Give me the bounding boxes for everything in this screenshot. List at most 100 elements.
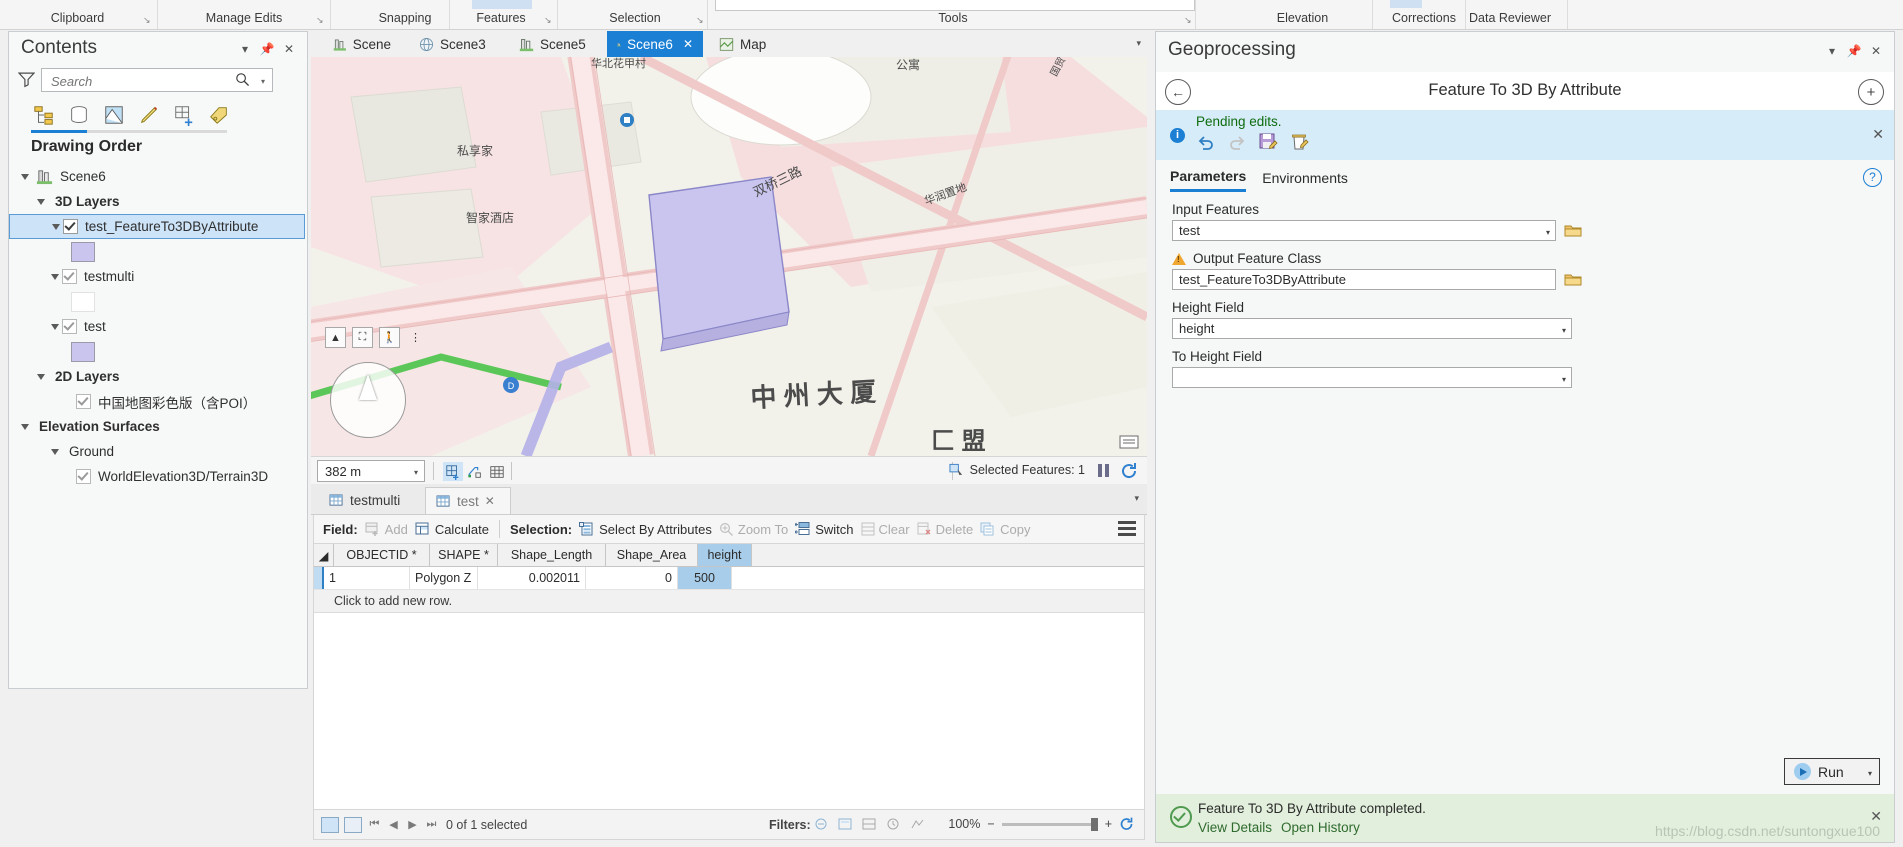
- layer-item-symbol-7[interactable]: [9, 339, 307, 364]
- layer-item-symbol-5[interactable]: [9, 289, 307, 314]
- filter-time-icon[interactable]: [886, 818, 901, 831]
- twisty-expanded-icon[interactable]: [35, 195, 48, 208]
- layer-item-2d-layers[interactable]: 2D Layers: [9, 364, 307, 389]
- discard-edits-icon[interactable]: [1289, 132, 1309, 152]
- record-navigator[interactable]: ⏮ ◀ ▶ ⏭: [368, 818, 438, 831]
- add-new-row[interactable]: Click to add new row.: [314, 590, 1144, 613]
- list-by-labeling-icon[interactable]: [208, 104, 230, 126]
- map-canvas[interactable]: D 中 州 大 厦 匚 盟 公寓华北花甲村私享家智家酒店双桥三路 华润置地国贸: [311, 57, 1147, 456]
- twisty-expanded-icon[interactable]: [19, 420, 32, 433]
- chevron-down-icon[interactable]: ▾: [1562, 326, 1566, 335]
- filter-extent-icon[interactable]: [862, 818, 877, 831]
- refresh-icon[interactable]: [1120, 462, 1138, 480]
- twisty-expanded-icon[interactable]: [50, 220, 63, 233]
- param-input-input-features[interactable]: test ▾: [1172, 220, 1556, 241]
- next-record-icon[interactable]: ▶: [406, 818, 419, 831]
- row-selector[interactable]: [314, 567, 324, 589]
- layer-symbol-swatch[interactable]: [71, 291, 95, 312]
- close-icon[interactable]: ✕: [281, 41, 297, 57]
- dialog-launcher-icon[interactable]: ↘: [1184, 15, 1194, 25]
- cell-shape-length[interactable]: 0.002011: [478, 567, 586, 589]
- layer-visibility-checkbox[interactable]: [63, 219, 78, 234]
- walk-mode-icon[interactable]: 🚶: [379, 327, 400, 348]
- grid-icon[interactable]: [487, 462, 507, 481]
- zoom-in-icon[interactable]: +: [1105, 817, 1112, 831]
- layer-item-3d-layers[interactable]: 3D Layers: [9, 189, 307, 214]
- map-notes-icon[interactable]: [1119, 433, 1139, 450]
- view-tab-map[interactable]: Map: [709, 31, 781, 57]
- list-by-selection-icon[interactable]: [103, 104, 125, 126]
- measure-icon[interactable]: [465, 462, 485, 481]
- close-icon[interactable]: ✕: [683, 37, 693, 51]
- chevron-down-icon[interactable]: ▾: [414, 468, 418, 477]
- twisty-expanded-icon[interactable]: [35, 370, 48, 383]
- layer-item-ground[interactable]: Ground: [9, 439, 307, 464]
- view-tab-scene[interactable]: Scene: [323, 31, 401, 57]
- copy-selection-button[interactable]: Copy: [980, 522, 1031, 537]
- layer-item-poi[interactable]: 中国地图彩色版（含POI）: [9, 389, 307, 414]
- zoom-out-icon[interactable]: −: [987, 817, 994, 831]
- search-input[interactable]: [49, 69, 228, 93]
- scene-view[interactable]: D 中 州 大 厦 匚 盟 公寓 华北花甲村 私享家 智家酒店 双桥三路 华润置地 国贸 ▲…: [311, 57, 1147, 456]
- full-extent-icon[interactable]: ⛶: [352, 327, 373, 348]
- layer-symbol-swatch[interactable]: [71, 241, 95, 262]
- switch-selection-button[interactable]: Switch: [795, 522, 854, 537]
- table-view-icon[interactable]: [321, 816, 339, 833]
- close-icon[interactable]: ✕: [1868, 43, 1884, 59]
- chevron-down-icon[interactable]: ▾: [237, 41, 253, 57]
- chevron-down-icon[interactable]: ▾: [1546, 228, 1550, 237]
- hamburger-menu-icon[interactable]: [1118, 521, 1136, 536]
- table-tabs-overflow-icon[interactable]: ▾: [1134, 493, 1139, 504]
- filter-icon[interactable]: [18, 71, 35, 88]
- view-tab-scene5[interactable]: Scene5: [509, 31, 601, 57]
- dialog-launcher-icon[interactable]: ↘: [696, 15, 706, 25]
- plus-circle-icon[interactable]: +: [1858, 79, 1884, 105]
- open-history-link[interactable]: Open History: [1281, 820, 1360, 835]
- calculate-field-button[interactable]: Calculate: [415, 522, 489, 537]
- chevron-down-icon[interactable]: ▾: [1824, 43, 1840, 59]
- browse-folder-icon[interactable]: [1564, 272, 1582, 287]
- layer-symbol-swatch[interactable]: [71, 341, 95, 362]
- layer-item-worldelevation3d-terrain3d[interactable]: WorldElevation3D/Terrain3D: [9, 464, 307, 489]
- view-tab-scene6[interactable]: Scene6 ✕: [607, 31, 703, 57]
- search-icon[interactable]: [235, 72, 250, 87]
- layer-visibility-checkbox[interactable]: [62, 319, 77, 334]
- chevron-down-icon[interactable]: ▾: [1868, 769, 1872, 778]
- column-header-height[interactable]: height: [698, 544, 752, 566]
- filter-selected-icon[interactable]: [838, 818, 853, 831]
- help-icon[interactable]: ?: [1863, 168, 1882, 187]
- delete-selection-button[interactable]: Delete: [917, 522, 973, 537]
- pause-icon[interactable]: [1097, 463, 1111, 478]
- column-header-objectid[interactable]: OBJECTID *: [334, 544, 430, 566]
- close-icon[interactable]: ✕: [485, 494, 495, 508]
- layer-item-elevation-surfaces[interactable]: Elevation Surfaces: [9, 414, 307, 439]
- column-header-shape-length[interactable]: Shape_Length: [498, 544, 606, 566]
- layer-item-testmulti[interactable]: testmulti: [9, 264, 307, 289]
- chevron-down-icon[interactable]: ▾: [1562, 375, 1566, 384]
- layer-item-scene6[interactable]: Scene6: [9, 164, 307, 189]
- list-by-drawing-order-icon[interactable]: [33, 104, 55, 126]
- layer-visibility-checkbox[interactable]: [76, 469, 91, 484]
- add-field-button[interactable]: Add: [365, 522, 408, 537]
- twisty-expanded-icon[interactable]: [49, 445, 62, 458]
- layer-item-symbol-3[interactable]: [9, 239, 307, 264]
- search-input-wrapper[interactable]: ▾: [41, 68, 273, 93]
- filter-range-icon[interactable]: [910, 818, 925, 831]
- dialog-launcher-icon[interactable]: ↘: [316, 15, 326, 25]
- pin-icon[interactable]: 📌: [259, 41, 275, 57]
- column-header-shape-area[interactable]: Shape_Area: [606, 544, 698, 566]
- zoom-to-button[interactable]: Zoom To: [719, 522, 788, 537]
- list-by-editing-icon[interactable]: [138, 104, 160, 126]
- browse-folder-icon[interactable]: [1564, 223, 1582, 238]
- table-related-icon[interactable]: [344, 816, 362, 833]
- layer-item-test-featureto3dbyattribute[interactable]: test_FeatureTo3DByAttribute: [9, 214, 305, 239]
- pin-icon[interactable]: 📌: [1846, 43, 1862, 59]
- layer-visibility-checkbox[interactable]: [76, 394, 91, 409]
- expand-up-icon[interactable]: ▲: [325, 327, 346, 348]
- search-options-caret-icon[interactable]: ▾: [261, 77, 265, 86]
- save-edits-icon[interactable]: [1258, 132, 1278, 152]
- gp-tab-parameters[interactable]: Parameters: [1170, 168, 1247, 192]
- refresh-icon[interactable]: [1119, 817, 1134, 831]
- layer-visibility-checkbox[interactable]: [62, 269, 77, 284]
- run-button[interactable]: Run ▾: [1784, 758, 1880, 785]
